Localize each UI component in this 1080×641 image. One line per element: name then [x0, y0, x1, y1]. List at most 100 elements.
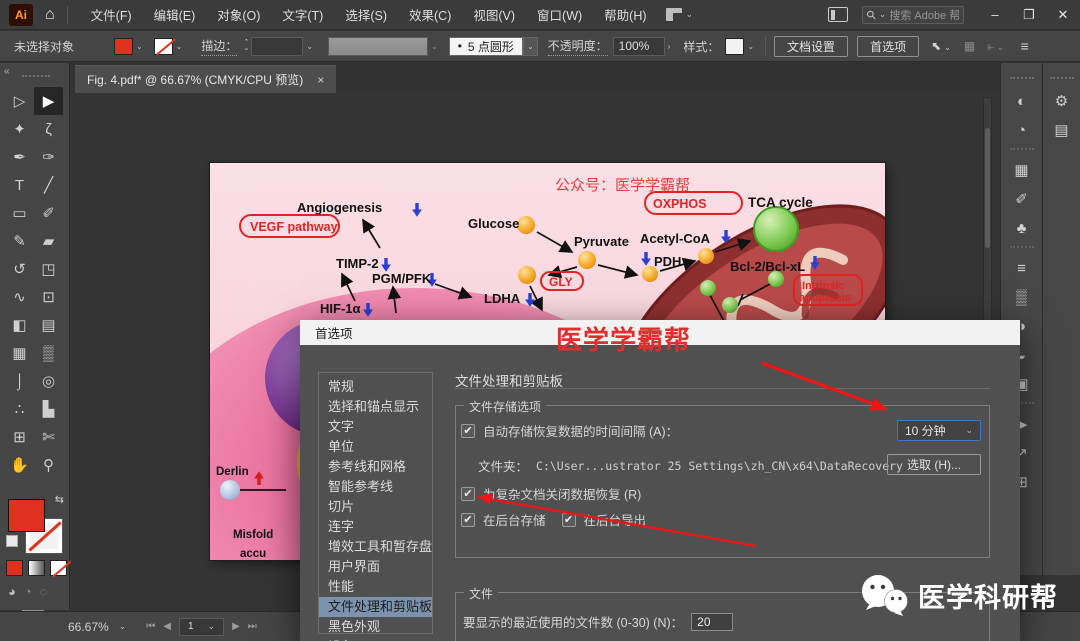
isolate-selection-icon[interactable]: ⬉ ⌄: [931, 39, 954, 53]
tab-close-icon[interactable]: ×: [317, 73, 324, 87]
drag-handle[interactable]: [1009, 77, 1034, 79]
home-icon[interactable]: ⌂: [45, 6, 55, 24]
magic-wand-tool[interactable]: ✦: [5, 115, 34, 143]
menu-edit[interactable]: 编辑(E): [143, 5, 207, 24]
color-mode-button[interactable]: [6, 560, 23, 576]
perspective-grid-tool[interactable]: ▤: [34, 311, 63, 339]
fill-stroke-control[interactable]: ⇆: [6, 493, 66, 557]
opacity-field[interactable]: 100%: [612, 36, 665, 56]
slice-tool[interactable]: ✄: [34, 423, 63, 451]
document-tab[interactable]: Fig. 4.pdf* @ 66.67% (CMYK/CPU 预览) ×: [75, 65, 337, 93]
pen-tool[interactable]: ✒: [5, 143, 34, 171]
artboard-tool[interactable]: ⊞: [5, 423, 34, 451]
stroke-panel-icon[interactable]: ≡: [1009, 257, 1035, 279]
next-artboard-button[interactable]: ▶: [232, 621, 240, 632]
shaper-tool[interactable]: ✎: [5, 227, 34, 255]
menu-window[interactable]: 窗口(W): [526, 5, 593, 24]
pref-item[interactable]: 文件处理和剪贴板: [319, 597, 432, 617]
brushes-panel-icon[interactable]: ✐: [1009, 188, 1035, 210]
color-guide-panel-icon[interactable]: ◔: [1009, 119, 1035, 141]
blend-tool[interactable]: ◎: [34, 367, 63, 395]
drawing-modes[interactable]: ◕ ◔ ◌: [8, 584, 47, 599]
last-artboard-button[interactable]: ⏭: [248, 621, 257, 632]
rectangle-tool[interactable]: ▭: [5, 199, 34, 227]
close-button[interactable]: ✕: [1046, 0, 1080, 30]
gradient-panel-icon[interactable]: ▒: [1009, 286, 1035, 308]
pref-item[interactable]: 单位: [319, 437, 432, 457]
recent-files-input[interactable]: 20: [691, 612, 734, 631]
line-segment-tool[interactable]: ╱: [34, 171, 63, 199]
pref-item[interactable]: 智能参考线: [319, 477, 432, 497]
menu-effect[interactable]: 效果(C): [398, 5, 462, 24]
pref-item[interactable]: 连字: [319, 517, 432, 537]
stroke-color-swatch[interactable]: [153, 37, 173, 55]
pref-item[interactable]: 增效工具和暂存盘: [319, 537, 432, 557]
collapse-panel-icon[interactable]: «: [4, 66, 9, 77]
properties-panel-icon[interactable]: ⚙: [1049, 90, 1075, 112]
none-mode-button[interactable]: [50, 560, 67, 576]
menu-help[interactable]: 帮助(H): [593, 5, 657, 24]
opacity-arrow-icon[interactable]: ›: [665, 42, 674, 51]
swatches-panel-icon[interactable]: ▦: [1009, 159, 1035, 181]
pref-item[interactable]: 选择和锚点显示: [319, 397, 432, 417]
fill-proxy[interactable]: [8, 499, 45, 532]
drag-handle[interactable]: [1049, 77, 1074, 79]
arrange-documents-icon[interactable]: ⌄: [665, 8, 693, 21]
choose-folder-button[interactable]: 选取 (H)...: [887, 454, 981, 475]
direct-selection-tool[interactable]: ▶: [34, 87, 63, 115]
pref-item[interactable]: 设备: [319, 637, 432, 641]
search-input[interactable]: ⚲ ⌄ 搜索 Adobe 帮助: [862, 5, 964, 24]
pref-item[interactable]: 文字: [319, 417, 432, 437]
drag-handle[interactable]: [22, 75, 50, 78]
background-save-checkbox[interactable]: ✔: [461, 512, 475, 527]
free-transform-tool[interactable]: ⊡: [34, 283, 63, 311]
scale-tool[interactable]: ◳: [34, 255, 63, 283]
interval-dropdown[interactable]: 10 分钟 ⌄: [897, 420, 981, 441]
lasso-tool[interactable]: ζ: [34, 115, 63, 143]
minimize-button[interactable]: –: [978, 0, 1012, 30]
width-tool[interactable]: ∿: [5, 283, 34, 311]
style-swatch[interactable]: [725, 37, 745, 55]
stroke-weight-field[interactable]: [251, 36, 304, 56]
type-tool[interactable]: T: [5, 171, 34, 199]
zoom-level-dropdown[interactable]: 66.67% ⌄: [68, 620, 126, 634]
preferences-button[interactable]: 首选项: [857, 35, 920, 57]
opacity-label[interactable]: 不透明度：: [547, 37, 608, 56]
hand-tool[interactable]: ✋: [5, 451, 34, 479]
chevron-down-icon[interactable]: ⌄: [522, 36, 538, 56]
gradient-tool[interactable]: ▒: [34, 339, 63, 367]
brush-definition-dropdown[interactable]: • 5 点圆形: [448, 36, 523, 56]
pref-item[interactable]: 参考线和网格: [319, 457, 432, 477]
color-panel-icon[interactable]: ◐: [1009, 90, 1035, 112]
document-setup-button[interactable]: 文档设置: [774, 35, 849, 57]
swap-fill-stroke-icon[interactable]: ⇆: [55, 493, 64, 506]
pref-item[interactable]: 常规: [319, 377, 432, 397]
shape-builder-tool[interactable]: ◧: [5, 311, 34, 339]
eyedropper-tool[interactable]: ⌡: [5, 367, 34, 395]
menu-select[interactable]: 选择(S): [334, 5, 398, 24]
stroke-stepper[interactable]: ⌃ ⌄: [243, 39, 249, 52]
artboard-number-dropdown[interactable]: 1 ⌄: [178, 617, 225, 636]
zoom-tool[interactable]: ⚲: [34, 451, 63, 479]
menu-file[interactable]: 文件(F): [80, 5, 143, 24]
share-screen-icon[interactable]: [828, 7, 848, 22]
symbols-panel-icon[interactable]: ♣: [1009, 217, 1035, 239]
maximize-button[interactable]: ❐: [1012, 0, 1046, 30]
gradient-mode-button[interactable]: [28, 560, 45, 576]
align-icon[interactable]: ⫦ ⌄: [987, 39, 1006, 54]
first-artboard-button[interactable]: ⏮: [146, 621, 155, 632]
variable-width-profile-dropdown[interactable]: [328, 36, 429, 56]
auto-save-checkbox[interactable]: ✔: [461, 423, 475, 438]
pref-item[interactable]: 用户界面: [319, 557, 432, 577]
selection-tool[interactable]: ▷: [5, 87, 34, 115]
column-graph-tool[interactable]: ▙: [34, 395, 63, 423]
chevron-down-icon[interactable]: ⌄: [744, 42, 757, 51]
menu-view[interactable]: 视图(V): [462, 5, 526, 24]
complex-doc-checkbox[interactable]: ✔: [461, 486, 475, 501]
default-fill-stroke-icon[interactable]: [6, 535, 18, 547]
rotate-tool[interactable]: ↺: [5, 255, 34, 283]
chevron-down-icon[interactable]: ⌄: [133, 42, 146, 51]
chevron-down-icon[interactable]: ⌄: [303, 42, 316, 51]
pref-item[interactable]: 性能: [319, 577, 432, 597]
menu-object[interactable]: 对象(O): [206, 5, 271, 24]
